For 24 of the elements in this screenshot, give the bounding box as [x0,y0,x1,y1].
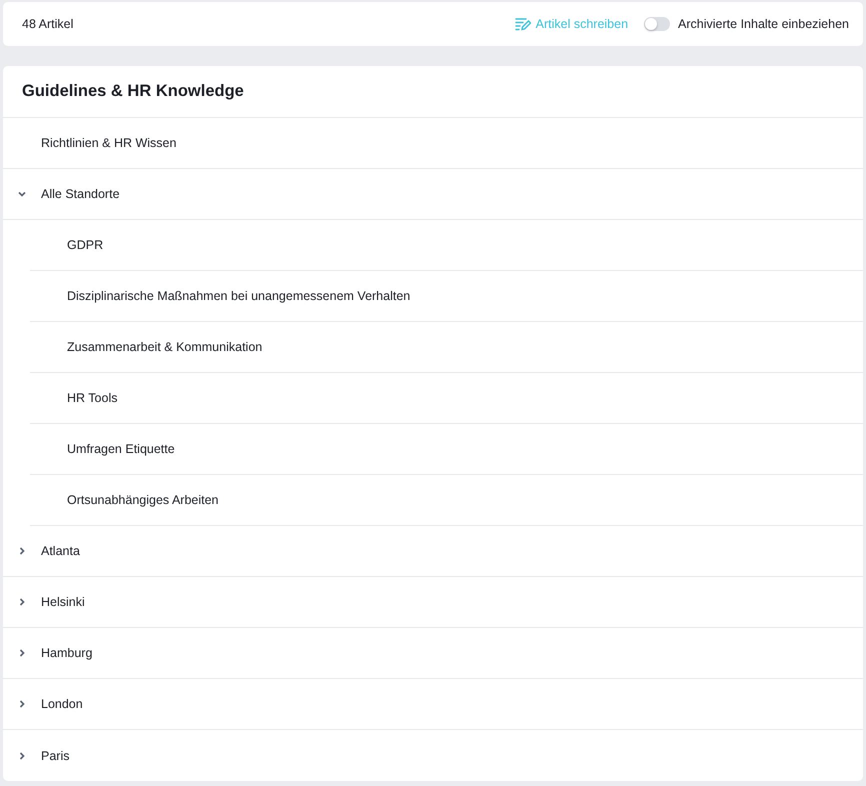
chevron-right-icon[interactable] [17,699,27,709]
archive-toggle[interactable] [644,17,670,31]
chevron-right-icon[interactable] [17,750,27,760]
toggle-label: Archivierte Inhalte einbeziehen [678,17,849,31]
folder-item[interactable]: Alle Standorte [41,187,120,201]
article-item[interactable]: Umfragen Etiquette [67,442,175,456]
folder-item[interactable]: Hamburg [41,646,92,660]
section-title: Guidelines & HR Knowledge [3,66,863,118]
article-item[interactable]: Richtlinien & HR Wissen [41,136,176,150]
edit-list-icon [514,17,531,31]
folder-item[interactable]: Atlanta [41,544,80,558]
article-item[interactable]: GDPR [67,238,104,252]
article-count: 48 Artikel [22,17,74,31]
folder-item[interactable]: Helsinki [41,595,85,609]
folder-item[interactable]: London [41,697,83,711]
chevron-right-icon[interactable] [17,546,27,556]
article-item[interactable]: HR Tools [67,391,118,405]
article-item[interactable]: Zusammenarbeit & Kommunikation [67,340,262,354]
article-item[interactable]: Ortsunabhängiges Arbeiten [67,493,218,507]
article-item[interactable]: Disziplinarische Maßnahmen bei unangemessenem Verhalten [67,289,410,303]
chevron-right-icon[interactable] [17,597,27,607]
chevron-down-icon[interactable] [17,189,27,199]
folder-item[interactable]: Paris [41,748,70,762]
chevron-right-icon[interactable] [17,648,27,658]
